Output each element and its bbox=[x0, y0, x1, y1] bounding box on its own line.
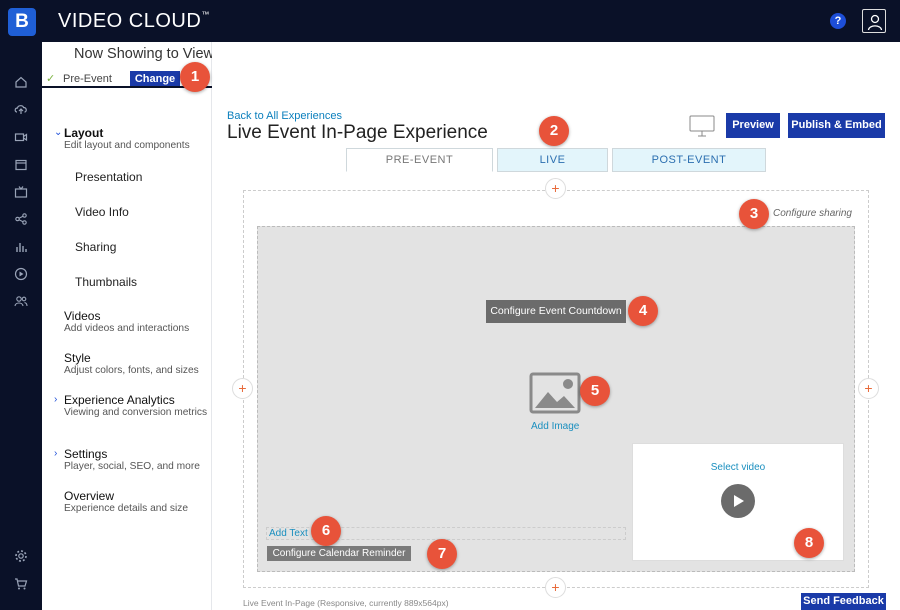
add-section-bottom-button[interactable]: + bbox=[545, 577, 566, 598]
callout-8: 8 bbox=[794, 528, 824, 558]
user-icon bbox=[867, 14, 883, 31]
nav-item-presentation[interactable]: Presentation bbox=[75, 170, 142, 184]
tab-pre-event[interactable]: PRE-EVENT bbox=[346, 148, 493, 172]
live-icon[interactable] bbox=[14, 158, 28, 172]
configure-countdown-button[interactable]: Configure Event Countdown bbox=[486, 300, 626, 323]
tv-icon[interactable] bbox=[14, 185, 28, 199]
status-label: Pre-Event bbox=[63, 73, 112, 85]
nav-videos-title: Videos bbox=[64, 309, 101, 323]
callout-5: 5 bbox=[580, 376, 610, 406]
play-icon bbox=[734, 495, 744, 507]
help-button[interactable]: ? bbox=[830, 13, 846, 29]
nav-analytics-subtitle: Viewing and conversion metrics bbox=[64, 407, 208, 418]
tab-live[interactable]: LIVE bbox=[497, 148, 608, 172]
nav-layout-subtitle: Edit layout and components bbox=[64, 140, 190, 151]
tab-post-event[interactable]: POST-EVENT bbox=[612, 148, 766, 172]
chevron-right-icon: › bbox=[54, 448, 58, 459]
responsive-size-note: Live Event In-Page (Responsive, currentl… bbox=[243, 598, 449, 608]
preview-button[interactable]: Preview bbox=[726, 113, 780, 138]
nav-item-video-info[interactable]: Video Info bbox=[75, 205, 129, 219]
home-icon[interactable] bbox=[14, 75, 28, 89]
back-to-experiences-link[interactable]: Back to All Experiences bbox=[227, 110, 342, 122]
nav-item-sharing[interactable]: Sharing bbox=[75, 240, 116, 254]
nav-videos-subtitle: Add videos and interactions bbox=[64, 323, 190, 334]
top-bar: B VIDEO CLOUD™ ? bbox=[0, 0, 900, 42]
app-title-text: VIDEO CLOUD bbox=[58, 10, 202, 32]
studio-nav-panel: Now Showing to Viewers: ✓ Pre-Event Chan… bbox=[42, 42, 238, 610]
publish-embed-button[interactable]: Publish & Embed bbox=[788, 113, 885, 138]
add-section-right-button[interactable]: + bbox=[858, 378, 879, 399]
add-text-link[interactable]: Add Text bbox=[269, 528, 308, 539]
cart-icon[interactable] bbox=[14, 577, 28, 591]
trademark-mark: ™ bbox=[201, 10, 210, 19]
media-icon[interactable] bbox=[14, 130, 28, 144]
upload-icon[interactable] bbox=[14, 102, 28, 116]
social-icon[interactable] bbox=[14, 212, 28, 226]
callout-1: 1 bbox=[180, 62, 210, 92]
check-icon: ✓ bbox=[46, 73, 56, 85]
play-icon[interactable] bbox=[14, 267, 28, 281]
chevron-down-icon: ⌄ bbox=[54, 127, 63, 138]
chevron-right-icon: › bbox=[54, 394, 58, 405]
nav-overview-subtitle: Experience details and size bbox=[64, 503, 189, 514]
brightcove-logo[interactable]: B bbox=[8, 8, 36, 36]
callout-2: 2 bbox=[539, 116, 569, 146]
configure-sharing-link[interactable]: Configure sharing bbox=[773, 208, 852, 219]
nav-item-thumbnails[interactable]: Thumbnails bbox=[75, 275, 137, 289]
image-placeholder-icon[interactable] bbox=[529, 372, 581, 414]
nav-style-subtitle: Adjust colors, fonts, and sizes bbox=[64, 365, 199, 376]
play-button[interactable] bbox=[721, 484, 755, 518]
nav-settings-subtitle: Player, social, SEO, and more bbox=[64, 461, 200, 472]
add-section-top-button[interactable]: + bbox=[545, 178, 566, 199]
configure-calendar-button[interactable]: Configure Calendar Reminder bbox=[267, 546, 411, 561]
add-image-link[interactable]: Add Image bbox=[531, 421, 579, 432]
nav-settings-title: Settings bbox=[64, 447, 108, 461]
app-title: VIDEO CLOUD™ bbox=[58, 10, 210, 33]
nav-analytics-title: Experience Analytics bbox=[64, 393, 175, 407]
page-title: Live Event In-Page Experience bbox=[227, 122, 488, 143]
monitor-icon[interactable] bbox=[689, 115, 715, 139]
select-video-link[interactable]: Select video bbox=[633, 462, 843, 473]
settings-icon[interactable] bbox=[14, 549, 28, 563]
nav-layout-title: Layout bbox=[64, 126, 104, 140]
callout-7: 7 bbox=[427, 539, 457, 569]
add-section-left-button[interactable]: + bbox=[232, 378, 253, 399]
callout-3: 3 bbox=[739, 199, 769, 229]
nav-style-title: Style bbox=[64, 351, 91, 365]
users-icon[interactable] bbox=[14, 294, 28, 308]
module-rail bbox=[0, 42, 42, 610]
callout-6: 6 bbox=[311, 516, 341, 546]
callout-4: 4 bbox=[628, 296, 658, 326]
analytics-icon[interactable] bbox=[14, 240, 28, 254]
nav-overview-title: Overview bbox=[64, 489, 115, 503]
send-feedback-button[interactable]: Send Feedback bbox=[801, 593, 886, 610]
user-account-button[interactable] bbox=[862, 9, 886, 33]
